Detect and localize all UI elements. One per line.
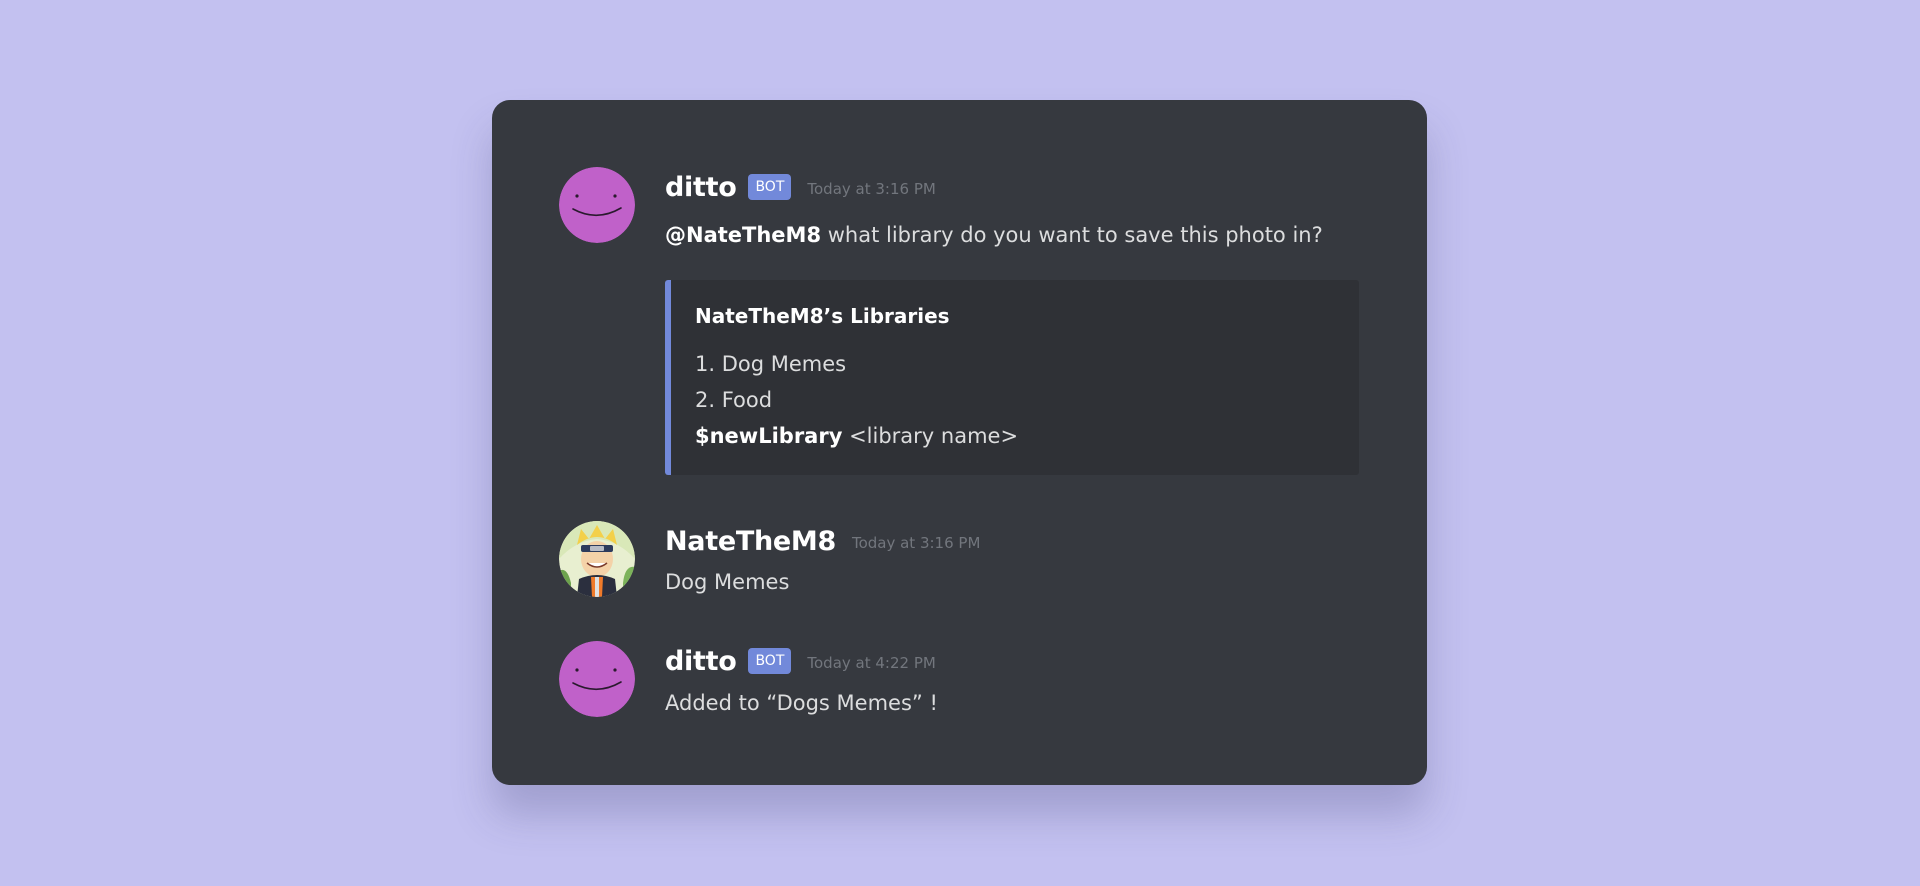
ditto-avatar[interactable]	[559, 641, 635, 717]
message-body: Dog Memes	[665, 570, 790, 594]
timestamp: Today at 3:16 PM	[807, 179, 936, 198]
command-argument: <library name>	[842, 424, 1019, 448]
command-name: $newLibrary	[695, 424, 843, 448]
bot-badge: BOT	[748, 174, 792, 200]
username[interactable]: NateTheM8	[665, 526, 836, 557]
ditto-avatar[interactable]	[559, 167, 635, 243]
user-avatar[interactable]	[559, 521, 635, 597]
user-mention[interactable]: @NateTheM8	[665, 223, 821, 247]
embed-title: NateTheM8’s Libraries	[695, 304, 950, 328]
embed-list-item: 1. Dog Memes	[695, 352, 847, 376]
message-body: Added to “Dogs Memes” !	[665, 691, 938, 715]
naruto-avatar-icon	[559, 521, 635, 597]
bot-badge: BOT	[748, 648, 792, 674]
libraries-embed: NateTheM8’s Libraries 1. Dog Memes 2. Fo…	[665, 280, 1359, 475]
ditto-face-icon	[559, 641, 635, 717]
chat-card: ditto BOT Today at 3:16 PM @NateTheM8 wh…	[492, 100, 1427, 785]
embed-list-item: 2. Food	[695, 388, 773, 412]
message-body: what library do you want to save this ph…	[821, 223, 1323, 247]
username[interactable]: ditto	[665, 172, 737, 203]
username[interactable]: ditto	[665, 646, 737, 677]
timestamp: Today at 3:16 PM	[851, 533, 981, 552]
message-text: @NateTheM8 what library do you want to s…	[665, 223, 1323, 247]
timestamp: Today at 4:22 PM	[807, 653, 936, 672]
embed-command-line: $newLibrary <library name>	[695, 418, 1359, 454]
ditto-face-icon	[559, 167, 635, 243]
